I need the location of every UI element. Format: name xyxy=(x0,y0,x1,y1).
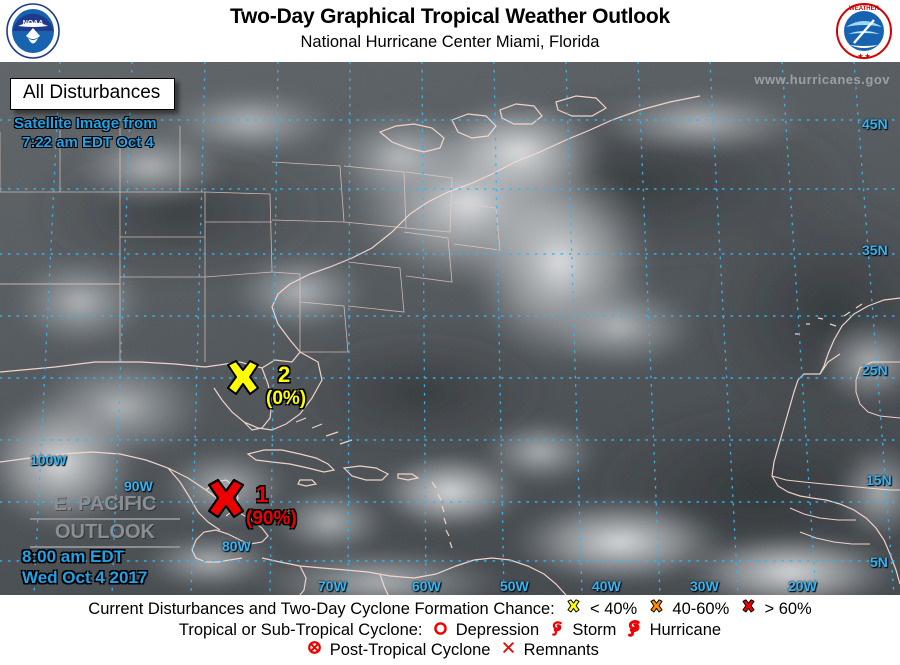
page-title: Two-Day Graphical Tropical Weather Outlo… xyxy=(229,5,671,28)
all-disturbances-button[interactable]: All Disturbances xyxy=(10,78,176,110)
outlook-timestamp: 8:00 am EDT Wed Oct 4 2017 xyxy=(22,546,147,588)
legend-storm-label: Storm xyxy=(572,621,617,639)
legend-row-cyclone-types: Tropical or Sub-Tropical Cyclone: Depres… xyxy=(0,619,900,642)
x-outline-icon xyxy=(501,640,516,660)
legend-medium-chance-label: 40-60% xyxy=(672,599,730,618)
epacific-outlook-label[interactable]: E. PACIFIC OUTLOOK xyxy=(30,492,180,548)
epacific-line1: E. PACIFIC xyxy=(30,492,180,520)
legend-hurricane-label: Hurricane xyxy=(649,621,722,639)
timestamp-line2: Wed Oct 4 2017 xyxy=(22,568,148,587)
legend-remnants-label: Remnants xyxy=(523,640,599,659)
epacific-line2: OUTLOOK xyxy=(30,520,180,548)
timestamp-line1: 8:00 am EDT xyxy=(22,547,125,566)
legend-high-chance-label: > 60% xyxy=(764,599,812,618)
x-marker-icon[interactable] xyxy=(200,477,252,525)
nws-logo: WEATHER · ★ ★ · xyxy=(834,1,894,61)
page-subtitle: National Hurricane Center Miami, Florida xyxy=(300,33,600,51)
x-marker-yellow-icon xyxy=(565,598,582,620)
legend-post-tropical-label: Post-Tropical Cyclone xyxy=(329,640,491,659)
hurricane-swirl-icon xyxy=(627,619,642,642)
circle-x-icon xyxy=(307,640,322,660)
legend-formation-chance-label: Current Disturbances and Two-Day Cyclone… xyxy=(88,599,555,618)
legend-depression-label: Depression xyxy=(455,621,540,639)
legend-row-formation-chance: Current Disturbances and Two-Day Cyclone… xyxy=(0,598,900,620)
legend-low-chance-label: < 40% xyxy=(589,599,638,618)
svg-text:WEATHER: WEATHER xyxy=(849,6,880,12)
x-marker-orange-icon xyxy=(648,598,665,620)
page-header: NOAA Two-Day Graphical Tropical Weather … xyxy=(0,0,900,62)
x-marker-red-icon xyxy=(740,598,757,620)
tropical-weather-outlook-page: NOAA Two-Day Graphical Tropical Weather … xyxy=(0,0,900,665)
satellite-image-caption: Satellite Image from 7:22 am EDT Oct 4 xyxy=(14,114,157,152)
x-marker-icon[interactable] xyxy=(220,358,266,400)
satellite-map[interactable]: www.hurricanes.gov All Disturbances Sate… xyxy=(0,62,900,595)
svg-text:· ★ ★ ·: · ★ ★ · xyxy=(854,53,874,60)
hurricanes-url-watermark: www.hurricanes.gov xyxy=(754,72,890,87)
legend-row-post-tropical: Post-Tropical Cyclone Remnants xyxy=(0,640,900,660)
satellite-caption-line1: Satellite Image from xyxy=(14,115,157,132)
map-legend: Current Disturbances and Two-Day Cyclone… xyxy=(0,595,900,665)
satellite-caption-line2: 7:22 am EDT Oct 4 xyxy=(22,134,154,151)
storm-swirl-icon xyxy=(550,620,565,642)
legend-cyclone-label: Tropical or Sub-Tropical Cyclone: xyxy=(178,621,423,639)
circle-outline-icon xyxy=(433,621,448,641)
